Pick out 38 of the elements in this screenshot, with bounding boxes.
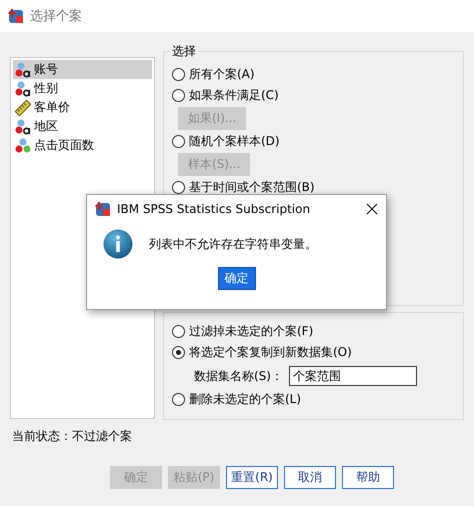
radio-label: 所有个案(A) [189,66,255,83]
app-icon [8,8,24,24]
nominal-variable-icon [15,138,31,154]
radio-label: 随机个案样本(D) [189,133,280,150]
variable-item[interactable]: 地区 [13,117,152,136]
ruler-icon [15,100,31,116]
string-variable-icon [15,118,31,134]
radio-button[interactable] [172,135,185,148]
status-text: 当前状态：不过滤个案 [11,428,133,444]
info-icon [103,229,133,259]
radio-button[interactable] [172,393,185,406]
variable-item[interactable]: 性别 [13,79,152,98]
radio-button[interactable] [172,346,185,359]
radio-button[interactable] [172,89,185,102]
message-text: 列表中不允许存在字符串变量。 [149,236,317,252]
string-variable-icon [15,62,31,78]
radio-label: 删除未选定的个案(L) [189,391,302,408]
field-label: 数据集名称(S)： [194,368,283,384]
dialog-button[interactable]: 重置(R) [226,466,278,489]
radio-label: 将选定个案复制到新数据集(O) [189,344,352,361]
input-field[interactable]: 个案范围 [288,366,417,386]
group-title: 选择 [170,43,198,60]
ok-button[interactable]: 确定 [218,267,256,290]
variable-item[interactable]: 点击页面数 [13,136,152,155]
radio-label: 过滤掉未选定的个案(F) [189,323,314,340]
radio-label: 基于时间或个案范围(B) [189,179,315,196]
variable-item[interactable]: 客单价 [13,98,152,117]
window-title: 选择个案 [30,8,82,25]
dialog-button[interactable]: 帮助 [342,466,394,489]
radio-button[interactable] [172,68,185,81]
app-icon [95,201,111,217]
radio-button[interactable] [172,181,185,194]
message-box-title: IBM SPSS Statistics Subscription [117,202,312,216]
radio-button[interactable] [172,325,185,338]
variable-item[interactable]: 账号 [13,60,152,79]
radio-label: 如果条件满足(C) [189,87,279,104]
string-variable-icon [15,80,31,96]
dialog-button[interactable]: 取消 [284,466,336,489]
